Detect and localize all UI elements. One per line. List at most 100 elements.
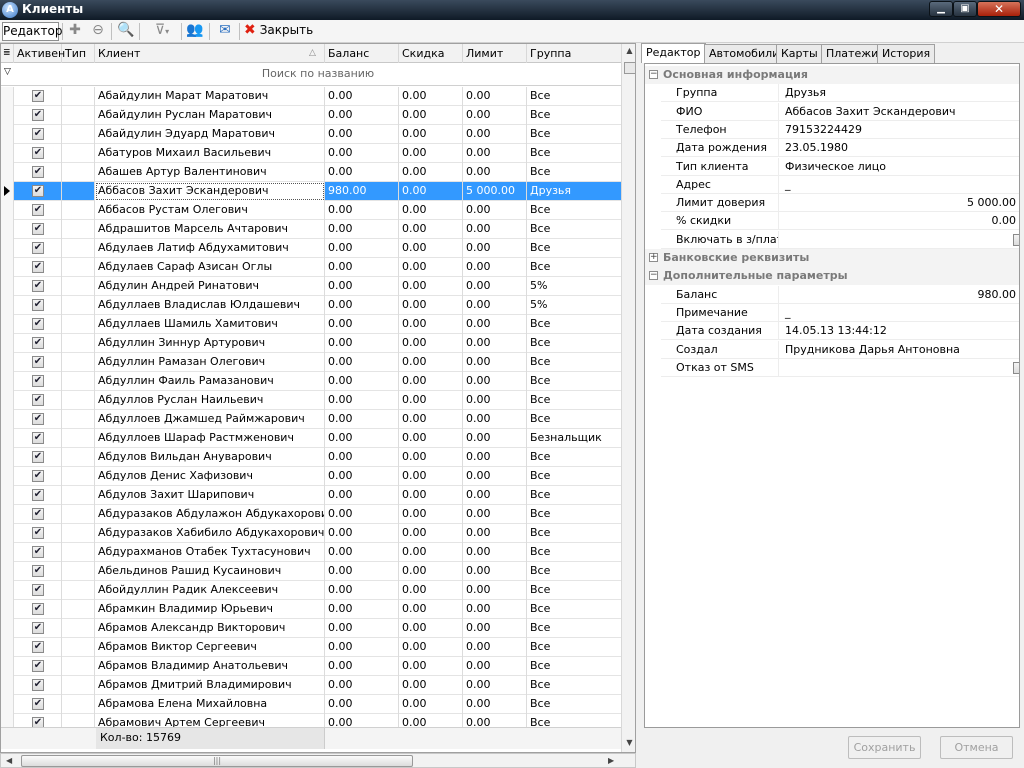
- column-header-balance[interactable]: Баланс: [325, 44, 399, 63]
- limit-cell[interactable]: 0.00: [463, 106, 527, 125]
- balance-cell[interactable]: 0.00: [325, 600, 399, 619]
- limit-cell[interactable]: 0.00: [463, 505, 527, 524]
- active-cell[interactable]: ✔: [14, 695, 62, 714]
- section-bank-details[interactable]: + Банковские реквизиты: [645, 249, 1019, 267]
- discount-cell[interactable]: 0.00: [399, 220, 463, 239]
- table-row[interactable]: ✔ Абельдинов Рашид Кусаинович 0.00 0.00 0.00…: [1, 562, 621, 581]
- row-indicator[interactable]: [1, 372, 14, 391]
- expand-icon[interactable]: +: [649, 253, 658, 262]
- active-cell[interactable]: ✔: [14, 676, 62, 695]
- group-cell[interactable]: Все: [527, 315, 621, 334]
- client-name-cell[interactable]: Абдуллоев Джамшед Раймжарович: [95, 410, 325, 429]
- table-row[interactable]: ✔ Абрамович Артем Сергеевич 0.00 0.00 0.00 Вс…: [1, 714, 621, 727]
- property-row[interactable]: ФИО Аббасов Захит Эскандерович: [661, 102, 1019, 121]
- discount-cell[interactable]: 0.00: [399, 410, 463, 429]
- property-row[interactable]: Дата создания 14.05.13 13:44:12: [661, 322, 1019, 341]
- table-row[interactable]: ✔ Абрамкин Владимир Юрьевич 0.00 0.00 0.00 Вс…: [1, 600, 621, 619]
- table-row[interactable]: ✔ Абдуллоев Джамшед Раймжарович 0.00 0.00 0.…: [1, 410, 621, 429]
- property-row[interactable]: Адрес _: [661, 175, 1019, 194]
- active-cell[interactable]: ✔: [14, 429, 62, 448]
- row-indicator[interactable]: [1, 695, 14, 714]
- active-checkbox[interactable]: ✔: [32, 375, 44, 387]
- row-indicator[interactable]: [1, 239, 14, 258]
- client-name-cell[interactable]: Абдулин Андрей Ринатович: [95, 277, 325, 296]
- section-extra-params[interactable]: − Дополнительные параметры: [645, 267, 1019, 286]
- active-cell[interactable]: ✔: [14, 562, 62, 581]
- active-cell[interactable]: ✔: [14, 353, 62, 372]
- limit-cell[interactable]: 0.00: [463, 714, 527, 727]
- search-row[interactable]: ▽ Поиск по названию: [1, 63, 621, 86]
- limit-cell[interactable]: 0.00: [463, 144, 527, 163]
- row-indicator[interactable]: [1, 182, 14, 201]
- window-close-button[interactable]: ✕: [977, 1, 1021, 17]
- filter-dropdown-icon[interactable]: ⊽▾: [145, 22, 179, 41]
- active-cell[interactable]: ✔: [14, 296, 62, 315]
- active-checkbox[interactable]: ✔: [32, 109, 44, 121]
- limit-cell[interactable]: 0.00: [463, 581, 527, 600]
- discount-cell[interactable]: 0.00: [399, 714, 463, 727]
- type-cell[interactable]: [62, 448, 95, 467]
- client-name-cell[interactable]: Абдуллов Руслан Наильевич: [95, 391, 325, 410]
- limit-cell[interactable]: 0.00: [463, 201, 527, 220]
- group-cell[interactable]: Все: [527, 334, 621, 353]
- balance-cell[interactable]: 0.00: [325, 296, 399, 315]
- limit-cell[interactable]: 0.00: [463, 676, 527, 695]
- type-cell[interactable]: [62, 467, 95, 486]
- row-indicator[interactable]: [1, 410, 14, 429]
- type-cell[interactable]: [62, 524, 95, 543]
- property-row[interactable]: Баланс 980.00: [661, 285, 1019, 304]
- active-cell[interactable]: ✔: [14, 638, 62, 657]
- tab-cards[interactable]: Карты: [776, 44, 823, 63]
- table-row[interactable]: ✔ Абдулов Захит Шарипович 0.00 0.00 0.00 Все: [1, 486, 621, 505]
- group-cell[interactable]: Все: [527, 543, 621, 562]
- table-row[interactable]: ✔ Абдуллаев Шамиль Хамитович 0.00 0.00 0.00 В…: [1, 315, 621, 334]
- active-cell[interactable]: ✔: [14, 182, 62, 201]
- active-cell[interactable]: ✔: [14, 467, 62, 486]
- row-indicator[interactable]: [1, 258, 14, 277]
- horizontal-scrollbar[interactable]: ◀ ||| ▶: [0, 753, 636, 768]
- type-cell[interactable]: [62, 505, 95, 524]
- client-name-cell[interactable]: Абдуллоев Шараф Растмженович: [95, 429, 325, 448]
- client-name-cell[interactable]: Абдуразаков Хабибило Абдукахорович: [95, 524, 325, 543]
- row-indicator[interactable]: [1, 87, 14, 106]
- balance-cell[interactable]: 0.00: [325, 448, 399, 467]
- active-checkbox[interactable]: ✔: [32, 603, 44, 615]
- client-name-cell[interactable]: Абашев Артур Валентинович: [95, 163, 325, 182]
- balance-cell[interactable]: 0.00: [325, 125, 399, 144]
- discount-cell[interactable]: 0.00: [399, 277, 463, 296]
- table-row[interactable]: ✔ Абрамов Владимир Анатольевич 0.00 0.00 0.0…: [1, 657, 621, 676]
- active-checkbox[interactable]: ✔: [32, 508, 44, 520]
- column-header-type[interactable]: Тип: [62, 44, 95, 63]
- row-indicator[interactable]: [1, 448, 14, 467]
- group-cell[interactable]: Все: [527, 581, 621, 600]
- active-checkbox[interactable]: ✔: [32, 356, 44, 368]
- balance-cell[interactable]: 0.00: [325, 486, 399, 505]
- tab-payments[interactable]: Платежи: [821, 44, 884, 63]
- type-cell[interactable]: [62, 676, 95, 695]
- type-cell[interactable]: [62, 543, 95, 562]
- table-row[interactable]: ✔ Абайдулин Руслан Маратович 0.00 0.00 0.00 В…: [1, 106, 621, 125]
- row-indicator[interactable]: [1, 562, 14, 581]
- limit-cell[interactable]: 0.00: [463, 429, 527, 448]
- property-checkbox[interactable]: [1013, 361, 1019, 374]
- client-name-cell[interactable]: Абдулаев Латиф Абдухамитович: [95, 239, 325, 258]
- table-row[interactable]: ✔ Абойдуллин Радик Алексеевич 0.00 0.00 0.00…: [1, 581, 621, 600]
- discount-cell[interactable]: 0.00: [399, 106, 463, 125]
- client-name-cell[interactable]: Абрамкин Владимир Юрьевич: [95, 600, 325, 619]
- active-checkbox[interactable]: ✔: [32, 622, 44, 634]
- active-cell[interactable]: ✔: [14, 714, 62, 727]
- table-row[interactable]: ✔ Абрамов Александр Викторович 0.00 0.00 0.0…: [1, 619, 621, 638]
- balance-cell[interactable]: 0.00: [325, 410, 399, 429]
- limit-cell[interactable]: 0.00: [463, 486, 527, 505]
- balance-cell[interactable]: 0.00: [325, 714, 399, 727]
- balance-cell[interactable]: 0.00: [325, 581, 399, 600]
- group-cell[interactable]: Все: [527, 714, 621, 727]
- discount-cell[interactable]: 0.00: [399, 486, 463, 505]
- property-value[interactable]: 0.00: [781, 212, 1019, 230]
- type-cell[interactable]: [62, 695, 95, 714]
- tab-cars[interactable]: Автомобили: [704, 44, 785, 63]
- limit-cell[interactable]: 0.00: [463, 543, 527, 562]
- type-cell[interactable]: [62, 353, 95, 372]
- group-cell[interactable]: Все: [527, 486, 621, 505]
- row-indicator[interactable]: [1, 220, 14, 239]
